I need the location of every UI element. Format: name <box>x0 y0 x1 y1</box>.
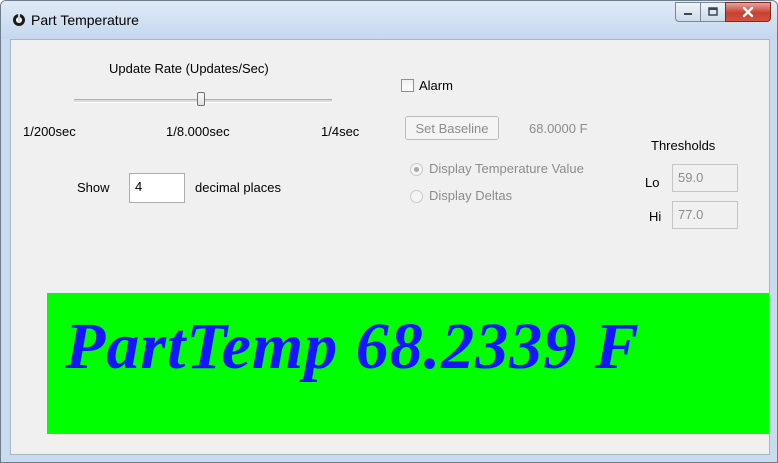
update-rate-slider-thumb[interactable] <box>197 92 205 106</box>
baseline-value: 68.0000 F <box>529 121 588 136</box>
alarm-checkbox[interactable] <box>401 79 414 92</box>
threshold-hi-label: Hi <box>649 209 662 224</box>
thresholds-title: Thresholds <box>651 138 716 153</box>
close-icon <box>742 6 754 18</box>
set-baseline-button[interactable]: Set Baseline <box>405 116 499 140</box>
temperature-display-panel: PartTemp 68.2339 F <box>47 293 769 434</box>
display-temperature-radio[interactable] <box>410 163 423 176</box>
thermometer-app-icon <box>13 14 25 26</box>
display-deltas-label: Display Deltas <box>429 188 513 203</box>
display-temperature-label: Display Temperature Value <box>429 161 584 176</box>
update-rate-current-label: 1/8.000sec <box>166 124 230 139</box>
part-temperature-window: Part Temperature Update Rate (Updates/Se… <box>0 0 778 463</box>
update-rate-max-label: 1/4sec <box>321 124 360 139</box>
close-button[interactable] <box>725 2 771 22</box>
window-controls <box>675 2 771 24</box>
temperature-readout: PartTemp 68.2339 F <box>65 310 640 383</box>
minimize-icon <box>684 13 692 15</box>
maximize-button[interactable] <box>700 2 726 22</box>
display-deltas-radio[interactable] <box>410 190 423 203</box>
update-rate-label: Update Rate (Updates/Sec) <box>109 61 269 76</box>
maximize-icon <box>708 7 718 16</box>
alarm-label: Alarm <box>419 78 453 93</box>
show-label: Show <box>77 180 110 195</box>
title-bar[interactable]: Part Temperature <box>1 1 777 39</box>
threshold-lo-label: Lo <box>645 175 660 190</box>
threshold-hi-input[interactable]: 77.0 <box>672 201 738 229</box>
client-area: Update Rate (Updates/Sec) 1/200sec 1/8.0… <box>10 39 770 455</box>
minimize-button[interactable] <box>675 2 701 22</box>
decimal-places-label: decimal places <box>195 180 281 195</box>
threshold-lo-input[interactable]: 59.0 <box>672 164 738 192</box>
decimal-places-input[interactable]: 4 <box>129 173 185 203</box>
update-rate-min-label: 1/200sec <box>23 124 76 139</box>
window-title: Part Temperature <box>31 12 139 28</box>
